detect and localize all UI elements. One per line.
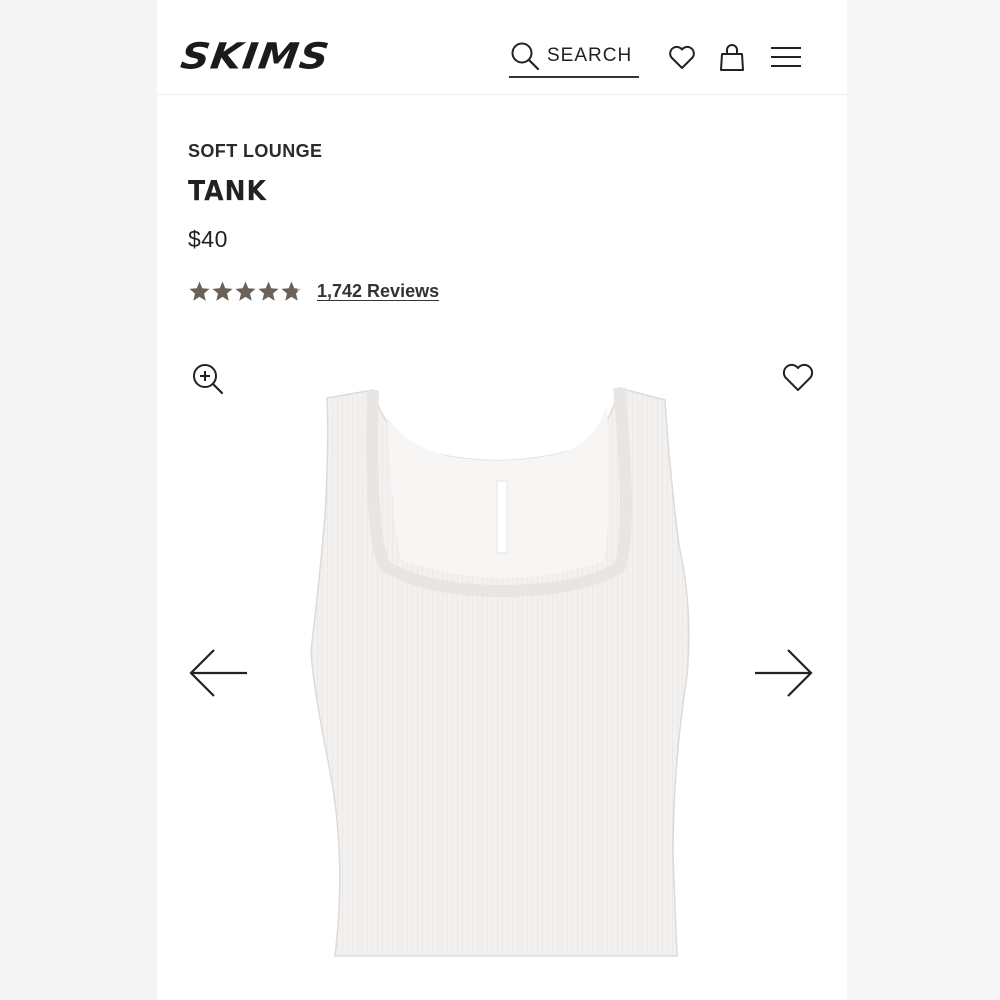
favorite-heart-icon[interactable] bbox=[781, 360, 815, 394]
search-icon bbox=[511, 42, 540, 71]
star-icon bbox=[189, 281, 210, 301]
product-price: $40 bbox=[188, 226, 228, 252]
hamburger-menu-icon[interactable] bbox=[769, 42, 803, 72]
product-category: SOFT LOUNGE bbox=[188, 141, 323, 161]
star-icon bbox=[235, 281, 256, 301]
star-icon bbox=[281, 281, 302, 301]
site-header: SKIMS SEARCH bbox=[157, 20, 847, 95]
right-margin bbox=[847, 0, 1000, 1000]
shopping-bag-icon[interactable] bbox=[717, 42, 747, 72]
search-button[interactable]: SEARCH bbox=[509, 36, 639, 78]
star-icon bbox=[258, 281, 279, 301]
skims-logo[interactable]: SKIMS bbox=[178, 36, 332, 77]
product-rating: 1,742 Reviews bbox=[188, 280, 439, 303]
mobile-page: SKIMS SEARCH SOFT LOUNGE TANK $40 1,742 … bbox=[157, 0, 847, 1000]
search-label: SEARCH bbox=[547, 45, 633, 66]
star-rating bbox=[188, 280, 303, 303]
star-icon bbox=[212, 281, 233, 301]
arrow-left-icon[interactable] bbox=[187, 646, 251, 700]
heart-icon[interactable] bbox=[667, 42, 697, 72]
arrow-right-icon[interactable] bbox=[751, 646, 815, 700]
zoom-in-icon[interactable] bbox=[191, 362, 225, 396]
reviews-link[interactable]: 1,742 Reviews bbox=[317, 281, 439, 302]
product-image-tank bbox=[310, 387, 690, 957]
left-margin bbox=[0, 0, 157, 1000]
top-strip bbox=[157, 0, 847, 21]
product-title: TANK bbox=[188, 174, 267, 207]
